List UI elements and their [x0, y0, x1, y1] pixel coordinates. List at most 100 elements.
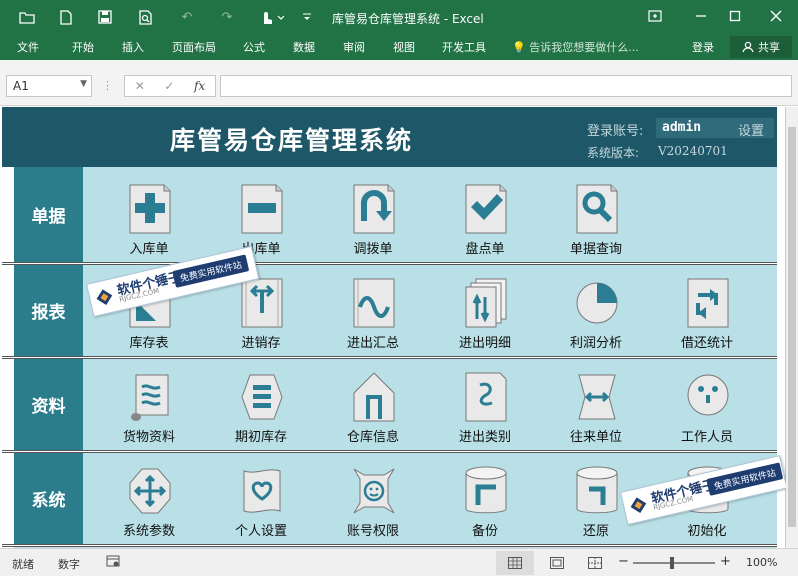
tab-page-layout[interactable]: 页面布局 [172, 39, 216, 55]
tile-details[interactable]: 进出明细 [440, 277, 530, 367]
share-button[interactable]: 共享 [730, 36, 792, 58]
tile-label: 备份 [471, 524, 498, 539]
page-layout-view-icon[interactable] [538, 551, 576, 575]
formula-input[interactable] [220, 75, 792, 97]
category-reports: 报表 [14, 265, 83, 356]
zoom-slider[interactable] [633, 562, 715, 564]
tile-staff[interactable]: 工作人员 [662, 371, 752, 461]
tile-label: 货物资料 [122, 430, 175, 445]
lightbulb-icon: 💡 [512, 41, 526, 54]
tile-label: 单据查询 [569, 242, 622, 257]
minimize-icon[interactable] [690, 6, 712, 26]
tile-label: 进出类别 [458, 430, 511, 445]
tab-review[interactable]: 审阅 [343, 39, 365, 55]
tile-borrow-return[interactable]: 借还统计 [662, 277, 752, 367]
chevron-down-icon[interactable]: ▼ [80, 79, 87, 89]
tile-stocktake[interactable]: 盘点单 [440, 183, 530, 273]
wave-icon [353, 278, 395, 328]
tab-developer[interactable]: 开发工具 [442, 39, 486, 55]
tile-label: 初始化 [687, 524, 727, 539]
tile-label: 仓库信息 [346, 430, 399, 445]
tile-permissions[interactable]: 账号权限 [328, 465, 418, 555]
tab-view[interactable]: 视图 [393, 39, 415, 55]
enter-icon[interactable]: ✓ [164, 79, 174, 93]
tile-backup[interactable]: 备份 [440, 465, 530, 555]
partner-icon [578, 374, 616, 420]
account-value: admin [662, 120, 702, 135]
normal-view-icon[interactable] [496, 551, 534, 575]
open-icon[interactable] [18, 8, 36, 26]
print-preview-icon[interactable] [137, 8, 155, 26]
new-file-icon[interactable] [57, 8, 75, 26]
smile-lock-icon [353, 468, 395, 514]
macro-record-icon[interactable] [106, 554, 120, 571]
tile-summary[interactable]: 进出汇总 [328, 277, 418, 367]
tile-doc-query[interactable]: 单据查询 [551, 183, 641, 273]
tab-data[interactable]: 数据 [293, 39, 315, 55]
face-icon [687, 374, 729, 416]
tab-home[interactable]: 开始 [72, 39, 94, 55]
tile-label: 盘点单 [465, 242, 505, 257]
status-bar: 就绪 数字 − + 100% [0, 548, 798, 576]
tile-personal[interactable]: 个人设置 [216, 465, 306, 555]
name-box-value: A1 [13, 79, 29, 93]
undo-icon[interactable]: ↶ [178, 8, 196, 26]
u-turn-icon [353, 184, 395, 234]
tell-me-search[interactable]: 💡 告诉我您想要做什么... [512, 39, 639, 55]
tile-label: 入库单 [129, 242, 169, 257]
tile-sys-params[interactable]: 系统参数 [104, 465, 194, 555]
app-header: 库管易仓库管理系统 登录账号: admin 设置 系统版本: V20240701 [2, 107, 777, 167]
tile-inbound[interactable]: 入库单 [104, 183, 194, 273]
zoom-in-icon[interactable]: + [720, 554, 731, 569]
version-label: 系统版本: [587, 146, 640, 160]
scroll-icon [131, 374, 169, 421]
formula-buttons: ✕ ✓ fx [124, 75, 216, 97]
cylinder-restore-icon [576, 466, 618, 514]
tile-label: 进出明细 [458, 336, 511, 351]
close-icon[interactable] [765, 6, 787, 26]
tile-warehouse[interactable]: 仓库信息 [328, 371, 418, 461]
cancel-icon[interactable]: ✕ [135, 79, 145, 93]
tile-label: 进销存 [241, 336, 281, 351]
pages-icon [465, 278, 507, 328]
tile-goods[interactable]: 货物资料 [104, 371, 194, 461]
watermark-logo-icon [96, 289, 113, 305]
vertical-scrollbar[interactable] [786, 107, 798, 548]
tile-label: 期初库存 [234, 430, 287, 445]
zoom-out-icon[interactable]: − [618, 554, 629, 569]
tile-opening-stock[interactable]: 期初库存 [216, 371, 306, 461]
tab-formulas[interactable]: 公式 [243, 39, 265, 55]
tab-insert[interactable]: 插入 [122, 39, 144, 55]
tile-profit[interactable]: 利润分析 [551, 277, 641, 367]
formula-bar-area: A1 ▼ ⋮ ✕ ✓ fx [0, 60, 798, 106]
settings-link[interactable]: 设置 [738, 120, 764, 139]
tab-file[interactable]: 文件 [17, 39, 39, 55]
insert-function-icon[interactable]: fx [194, 79, 205, 93]
zoom-slider-thumb[interactable] [670, 557, 674, 569]
window-title: 库管易仓库管理系统 - Excel [332, 12, 484, 26]
cylinder-backup-icon [465, 466, 507, 514]
tile-label: 工作人员 [680, 430, 733, 445]
pie-icon [576, 282, 618, 324]
ribbon-display-icon[interactable] [644, 6, 666, 26]
login-button[interactable]: 登录 [692, 39, 714, 55]
watermark-logo-icon [630, 497, 647, 513]
zoom-level[interactable]: 100% [746, 556, 777, 569]
minus-icon [241, 184, 283, 234]
restore-icon[interactable] [724, 6, 746, 26]
page-break-view-icon[interactable] [576, 551, 614, 575]
tile-purchase-sales[interactable]: 进销存 [216, 277, 306, 367]
redo-icon[interactable]: ↷ [218, 8, 236, 26]
category-icon [465, 372, 507, 422]
grip-icon: ⋮ [102, 79, 113, 92]
scrollbar-thumb[interactable] [788, 127, 796, 527]
name-box[interactable]: A1 ▼ [6, 75, 92, 97]
heart-icon [243, 469, 281, 513]
customize-qat-icon[interactable] [298, 8, 316, 26]
tile-partners[interactable]: 往来单位 [551, 371, 641, 461]
touch-mode-icon[interactable] [258, 8, 288, 26]
page-title: 库管易仓库管理系统 [170, 126, 414, 155]
tile-transfer[interactable]: 调拨单 [328, 183, 418, 273]
tile-io-category[interactable]: 进出类别 [440, 371, 530, 461]
save-icon[interactable] [96, 8, 114, 26]
